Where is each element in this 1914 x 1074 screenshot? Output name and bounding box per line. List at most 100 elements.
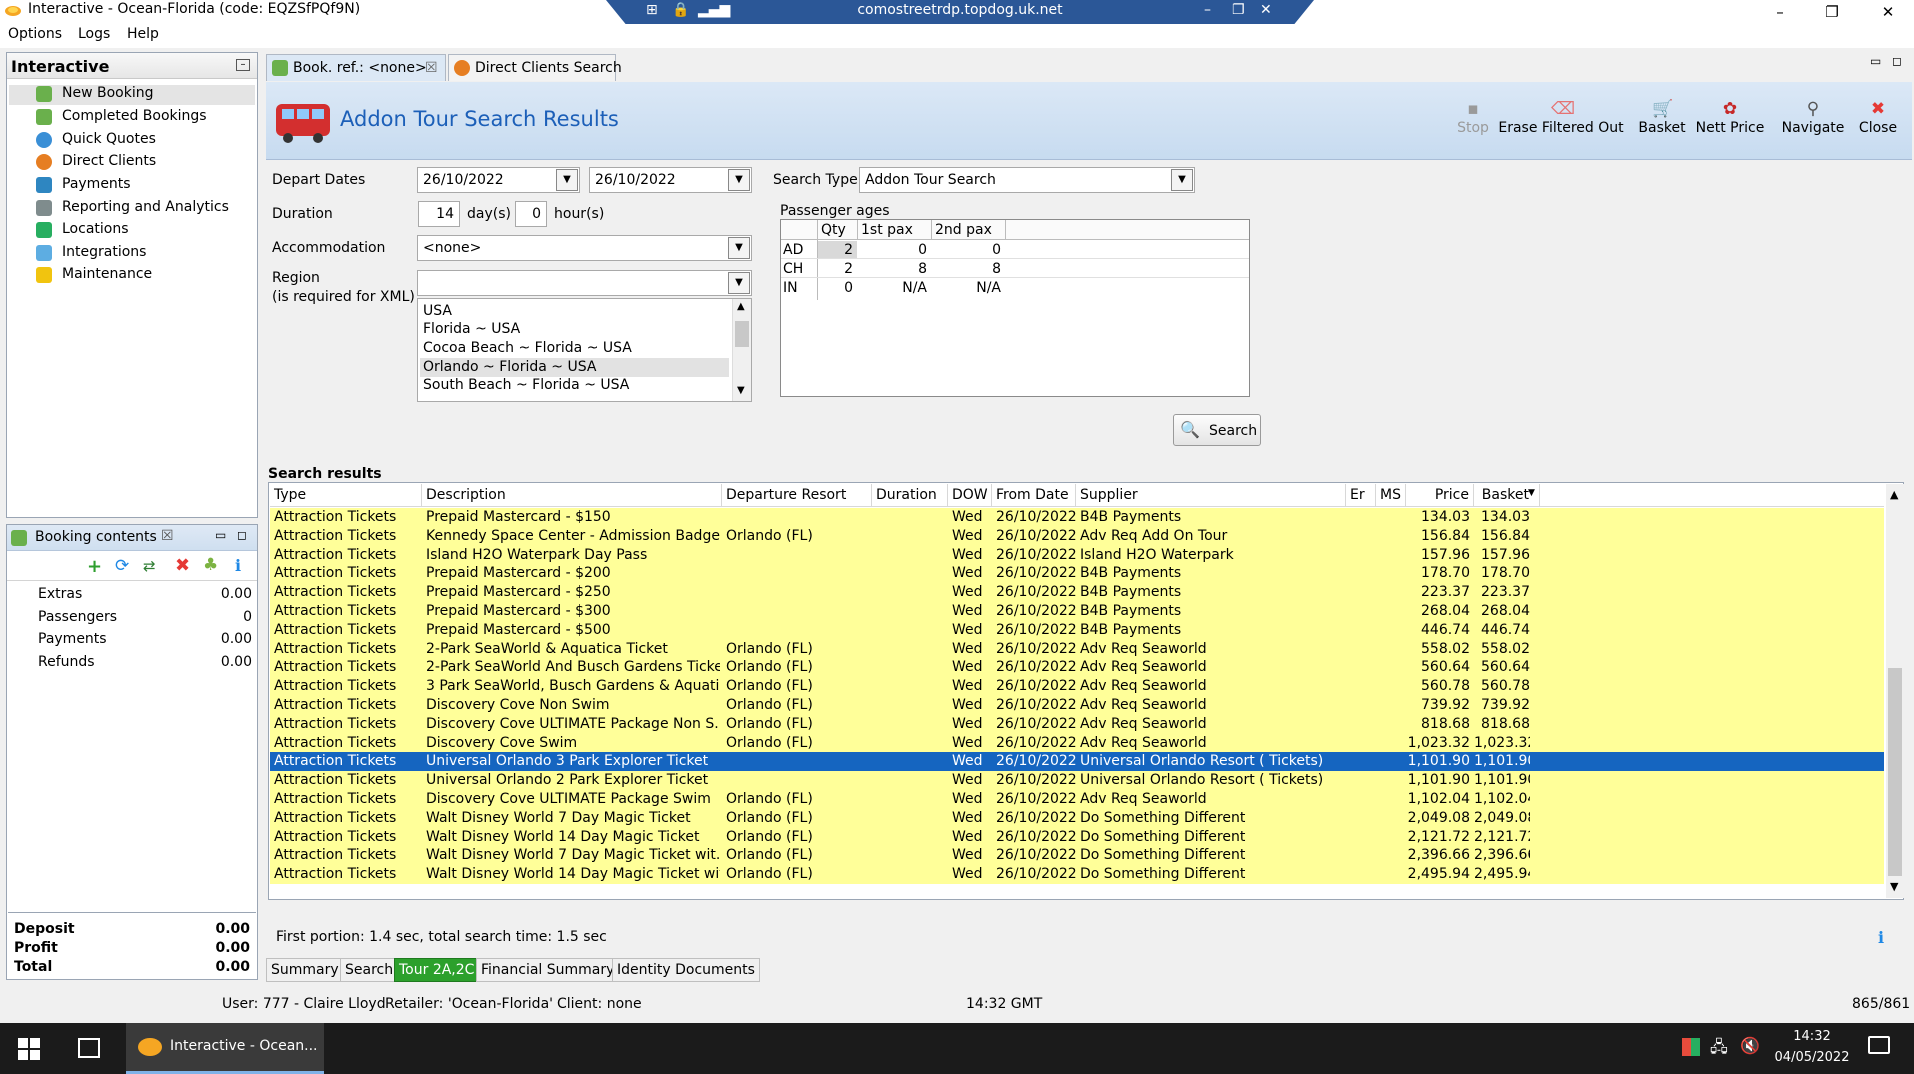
navigate-button[interactable]: ⚲ Navigate <box>1780 100 1846 136</box>
maximize-panel-icon[interactable]: ◻ <box>237 528 247 542</box>
minimize-button[interactable]: – <box>1758 0 1802 24</box>
region-option[interactable]: Cocoa Beach ~ Florida ~ USA <box>423 340 632 356</box>
chevron-down-icon[interactable]: ▼ <box>556 169 578 191</box>
palm-tree-icon[interactable]: ♣ <box>203 555 218 575</box>
pax-age[interactable]: N/A <box>935 279 1001 298</box>
depart-to-date[interactable]: 26/10/2022 ▼ <box>589 167 752 193</box>
task-view-icon[interactable] <box>78 1038 100 1058</box>
table-row[interactable]: Attraction Tickets Prepaid Mastercard - $… <box>270 583 1884 602</box>
accommodation-select[interactable]: <none> ▼ <box>417 235 752 261</box>
region-option[interactable]: Florida ~ USA <box>423 321 520 337</box>
table-row[interactable]: Attraction Tickets Walt Disney World 14 D… <box>270 865 1884 884</box>
col-header-price[interactable]: Price <box>1406 484 1474 507</box>
transfer-icon[interactable]: ⇄ <box>143 557 156 575</box>
tab-booking-ref[interactable]: Book. ref.: <none> ☒ <box>266 54 446 81</box>
region-list[interactable]: USA Florida ~ USA Cocoa Beach ~ Florida … <box>417 298 752 402</box>
table-row[interactable]: Attraction Tickets Discovery Cove Swim Orl… <box>270 733 1884 753</box>
table-row[interactable]: Attraction Tickets Discovery Cove ULTIMAT… <box>270 714 1884 734</box>
minimize-docs-icon[interactable]: ▭ <box>1870 54 1881 68</box>
duration-days-input[interactable]: 14 <box>418 201 460 227</box>
scroll-down-icon[interactable]: ▼ <box>1890 880 1898 893</box>
col-header-dow[interactable]: DOW <box>948 484 992 507</box>
table-row[interactable]: Attraction Tickets Kennedy Space Center -… <box>270 526 1884 546</box>
table-row[interactable]: Attraction Tickets Discovery Cove Non Swi… <box>270 696 1884 715</box>
col-header-duration[interactable]: Duration <box>872 484 948 507</box>
table-row[interactable]: Attraction Tickets 3 Park SeaWorld, Busch… <box>270 677 1884 696</box>
clock-time[interactable]: 14:32 <box>1784 1029 1840 1044</box>
scroll-thumb[interactable] <box>735 321 749 347</box>
stop-button[interactable]: ▪ Stop <box>1452 100 1494 136</box>
search-type-select[interactable]: Addon Tour Search ▼ <box>859 167 1195 193</box>
region-option-selected[interactable]: Orlando ~ Florida ~ USA <box>423 359 596 375</box>
chevron-down-icon[interactable]: ▼ <box>1171 169 1193 191</box>
windows-start-icon[interactable] <box>18 1038 40 1060</box>
table-row[interactable]: Attraction Tickets 2-Park SeaWorld & Aqua… <box>270 639 1884 659</box>
rdp-close-icon[interactable]: ✕ <box>1260 2 1272 18</box>
tab-tour[interactable]: Tour 2A,2C <box>394 958 480 982</box>
nett-price-button[interactable]: ✿ Nett Price <box>1694 100 1766 136</box>
passenger-ages-table[interactable]: Qty 1st pax 2nd pax AD 2 0 0 CH 2 8 8 IN… <box>780 219 1250 397</box>
info-icon[interactable]: i <box>235 556 241 575</box>
tab-identity-documents[interactable]: Identity Documents <box>612 958 760 982</box>
rdp-minimize-icon[interactable]: – <box>1204 2 1211 18</box>
col-header-departure-resort[interactable]: Departure Resort <box>722 484 872 507</box>
col-header-description[interactable]: Description <box>422 484 722 507</box>
add-icon[interactable]: + <box>87 556 102 577</box>
scroll-up-icon[interactable]: ▲ <box>737 301 745 312</box>
table-row[interactable]: Attraction Tickets Walt Disney World 14 D… <box>270 827 1884 847</box>
tab-direct-clients-search[interactable]: Direct Clients Search <box>448 54 622 81</box>
col-header-er[interactable]: Er <box>1346 484 1376 507</box>
chevron-down-icon[interactable]: ▼ <box>728 272 750 294</box>
pax-age[interactable]: N/A <box>861 279 927 298</box>
rdp-restore-icon[interactable]: ❐ <box>1232 2 1245 18</box>
col-header-from-date[interactable]: From Date <box>992 484 1076 507</box>
clock-date[interactable]: 04/05/2022 <box>1770 1050 1854 1065</box>
col-header-type[interactable]: Type <box>270 484 422 507</box>
scroll-up-icon[interactable]: ▲ <box>1890 488 1898 501</box>
region-scrollbar[interactable]: ▲ ▼ <box>732 299 751 401</box>
pax-qty[interactable]: 0 <box>817 279 853 298</box>
delete-icon[interactable]: ✖ <box>175 555 190 576</box>
duration-hours-input[interactable]: 0 <box>515 201 547 227</box>
refresh-icon[interactable]: ⟳ <box>115 556 129 576</box>
basket-button[interactable]: 🛒 Basket <box>1632 100 1692 136</box>
erase-filtered-out-button[interactable]: ⌫ Erase Filtered Out <box>1498 100 1624 136</box>
table-row[interactable]: Attraction Tickets Island H2O Waterpark D… <box>270 545 1884 565</box>
close-button[interactable]: ✖ Close <box>1856 100 1900 136</box>
maximize-button[interactable]: ❐ <box>1810 0 1854 24</box>
table-row[interactable]: Attraction Tickets Prepaid Mastercard - $… <box>270 508 1884 527</box>
close-tab-icon[interactable]: ☒ <box>161 528 174 544</box>
maximize-docs-icon[interactable]: ◻ <box>1892 54 1902 68</box>
table-row[interactable]: Attraction Tickets Prepaid Mastercard - $… <box>270 564 1884 584</box>
col-header-supplier[interactable]: Supplier <box>1076 484 1346 507</box>
taskbar-app-button[interactable]: Interactive - Ocean... <box>126 1023 324 1074</box>
close-tab-icon[interactable]: ☒ <box>425 55 438 81</box>
table-row[interactable]: Attraction Tickets Prepaid Mastercard - $… <box>270 620 1884 640</box>
scroll-down-icon[interactable]: ▼ <box>737 385 745 396</box>
tab-financial-summary[interactable]: Financial Summary <box>476 958 620 982</box>
search-button[interactable]: 🔍 Search <box>1173 414 1261 446</box>
chevron-down-icon[interactable]: ▼ <box>728 237 750 259</box>
close-window-button[interactable]: ✕ <box>1866 0 1910 24</box>
table-row[interactable]: Attraction Tickets Prepaid Mastercard - $… <box>270 602 1884 621</box>
table-row[interactable]: Attraction Tickets Universal Orlando 2 Pa… <box>270 771 1884 790</box>
menu-logs[interactable]: Logs <box>78 26 110 42</box>
depart-from-date[interactable]: 26/10/2022 ▼ <box>417 167 580 193</box>
region-select[interactable]: ▼ <box>417 270 752 296</box>
scroll-thumb[interactable] <box>1888 668 1902 876</box>
notifications-icon[interactable] <box>1868 1036 1890 1054</box>
col-header-ms[interactable]: MS <box>1376 484 1406 507</box>
menu-options[interactable]: Options <box>8 26 62 42</box>
menu-help[interactable]: Help <box>127 26 159 42</box>
table-row[interactable]: Attraction Tickets Walt Disney World 7 Da… <box>270 808 1884 828</box>
minimize-panel-icon[interactable]: ▭ <box>215 528 226 542</box>
region-option[interactable]: South Beach ~ Florida ~ USA <box>423 377 629 393</box>
tab-summary[interactable]: Summary <box>266 958 344 982</box>
region-option[interactable]: USA <box>423 303 452 319</box>
table-row[interactable]: Attraction Tickets 2-Park SeaWorld And Bu… <box>270 658 1884 678</box>
tab-search[interactable]: Search <box>340 958 399 982</box>
volume-muted-icon[interactable]: 🔇 <box>1740 1036 1760 1055</box>
collapse-icon[interactable]: – <box>236 59 250 71</box>
results-scrollbar[interactable]: ▲ ▼ <box>1886 484 1904 898</box>
table-row-selected[interactable]: Attraction Tickets Universal Orlando 3 Pa… <box>270 752 1884 772</box>
